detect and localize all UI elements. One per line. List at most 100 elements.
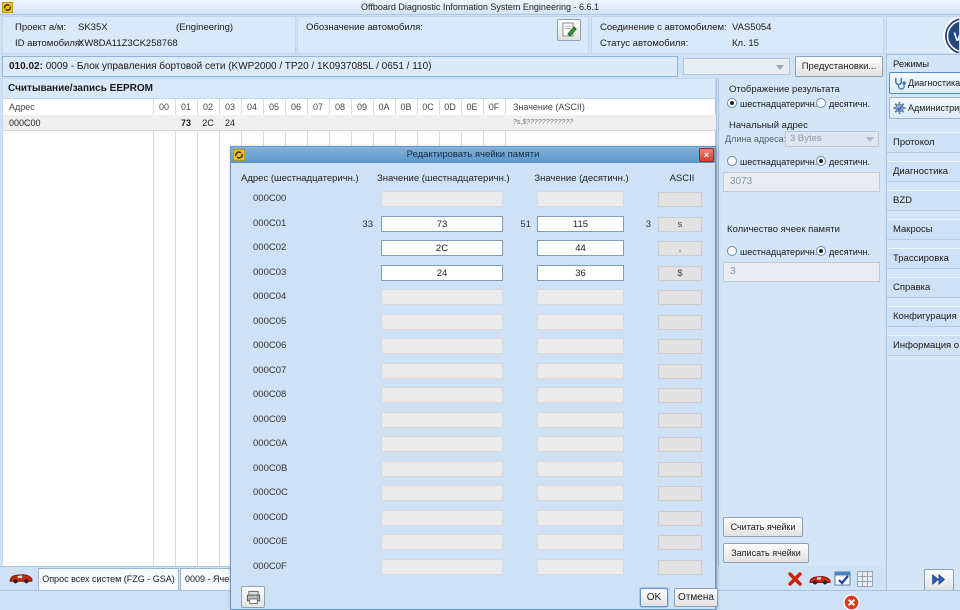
dec-note: 51 xyxy=(509,219,531,230)
display-hex-radio[interactable] xyxy=(727,98,737,108)
hex-input[interactable] xyxy=(381,216,503,232)
ok-button[interactable]: OK xyxy=(640,588,668,607)
mode-administration-label: Администрир xyxy=(908,103,960,113)
sidebar-section-configuration[interactable]: Конфигурация xyxy=(887,306,960,327)
print-button[interactable] xyxy=(241,586,265,608)
display-dec-radio[interactable] xyxy=(816,98,826,108)
col-header: 09 xyxy=(351,99,373,115)
dec-input xyxy=(537,559,624,575)
dialog-close-button[interactable]: × xyxy=(699,148,714,162)
cancel-button[interactable]: Отмена xyxy=(674,588,718,607)
dialog-check-icon[interactable] xyxy=(834,570,852,591)
memory-cell-row: 000C05 xyxy=(231,314,717,332)
read-cells-button[interactable]: Считать ячейки xyxy=(723,517,803,537)
memory-cell-row: 000C0E xyxy=(231,534,717,552)
vin-value: XW8DA11Z3CK258768 xyxy=(78,38,178,49)
memory-cell-row: 000C01 33 51 3 s xyxy=(231,216,717,234)
col-header: 03 xyxy=(219,99,241,115)
start-dec-radio[interactable] xyxy=(816,156,826,166)
cell-address: 000C01 xyxy=(253,218,286,229)
cell-address: 000C09 xyxy=(253,414,286,425)
mode-diagnostics-button[interactable]: Диагностика xyxy=(889,72,960,94)
memory-cell-row: 000C09 xyxy=(231,412,717,430)
connection-value: VAS5054 xyxy=(732,22,771,33)
sidebar-section-help[interactable]: Справка xyxy=(887,277,960,298)
abort-icon[interactable] xyxy=(786,570,804,591)
expand-panel-button[interactable] xyxy=(924,569,954,591)
designation-label: Обозначение автомобиля: xyxy=(306,22,423,33)
cell-03: 24 xyxy=(219,115,241,131)
count-dec-label: десятичн. xyxy=(829,247,870,257)
mode-administration-button[interactable]: Администрир xyxy=(889,97,960,119)
display-hex-label: шестнадцатеричн. xyxy=(740,99,817,109)
gear-icon xyxy=(893,101,906,115)
sidebar-section-trace[interactable]: Трассировка xyxy=(887,248,960,269)
col-header: 0F xyxy=(483,99,505,115)
hex-input xyxy=(381,485,503,501)
edit-memory-cells-dialog: Редактировать ячейки памяти × Адрес (шес… xyxy=(230,146,716,610)
memory-cell-row: 000C0F xyxy=(231,559,717,577)
sidebar-section-info[interactable]: Информация о xyxy=(887,335,960,356)
hex-input xyxy=(381,534,503,550)
cell-address: 000C04 xyxy=(253,291,286,302)
hex-input xyxy=(381,387,503,403)
sidebar-section-bzd[interactable]: BZD xyxy=(887,190,960,211)
vehicle-car-icon[interactable] xyxy=(808,573,832,589)
count-hex-radio[interactable] xyxy=(727,246,737,256)
connection-panel: Соединение с автомобилем: VAS5054 Статус… xyxy=(591,16,884,54)
dec-input[interactable] xyxy=(537,240,624,256)
presets-button[interactable]: Предустановки... xyxy=(795,56,883,77)
row-ascii-value: ?s,$???????????? xyxy=(513,115,573,131)
modes-sidebar: Режимы Диагностика Администрир Протокол … xyxy=(886,54,960,610)
count-dec-radio[interactable] xyxy=(816,246,826,256)
hex-input xyxy=(381,461,503,477)
ascii-box xyxy=(658,511,702,526)
printer-icon xyxy=(246,590,261,605)
col-header: 04 xyxy=(241,99,263,115)
memory-cell-row: 000C04 xyxy=(231,289,717,307)
edit-note-icon xyxy=(561,22,577,38)
ascii-box xyxy=(658,315,702,330)
ascii-box xyxy=(658,413,702,428)
start-hex-radio[interactable] xyxy=(727,156,737,166)
cell-address: 000C0B xyxy=(253,463,287,474)
cell-count-title: Количество ячеек памяти xyxy=(727,224,840,235)
app-icon xyxy=(2,2,13,13)
count-hex-label: шестнадцатеричн. xyxy=(740,247,817,257)
row-address: 000C00 xyxy=(9,115,41,131)
memory-cell-row: 000C07 xyxy=(231,363,717,381)
col-header: 0C xyxy=(417,99,439,115)
status-value: Кл. 15 xyxy=(732,38,759,49)
mode-diagnostics-label: Диагностика xyxy=(908,78,960,88)
cell-address: 000C0F xyxy=(253,561,287,572)
cell-address: 000C00 xyxy=(253,193,286,204)
cell-address: 000C0D xyxy=(253,512,288,523)
memory-cell-row: 000C02 , xyxy=(231,240,717,258)
tab-all-systems[interactable]: Опрос всех систем (FZG - GSA) xyxy=(38,568,179,591)
window-titlebar: Offboard Diagnostic Information System E… xyxy=(0,0,960,15)
hex-input[interactable] xyxy=(381,240,503,256)
memory-cell-row: 000C0C xyxy=(231,485,717,503)
write-cells-button[interactable]: Записать ячейки xyxy=(723,543,809,563)
dialog-title: Редактировать ячейки памяти xyxy=(231,147,715,163)
table-row[interactable] xyxy=(3,115,716,131)
edit-vehicle-button[interactable] xyxy=(557,19,581,41)
presets-combobox[interactable] xyxy=(683,58,790,75)
car-icon xyxy=(8,571,34,588)
dec-input[interactable] xyxy=(537,216,624,232)
dialog-col-ascii: ASCII xyxy=(665,173,699,184)
sidebar-section-diagnostics[interactable]: Диагностика xyxy=(887,161,960,182)
ascii-box xyxy=(658,535,702,550)
hex-input xyxy=(381,412,503,428)
grid-table-icon[interactable] xyxy=(856,570,874,591)
dec-input xyxy=(537,314,624,330)
hex-input[interactable] xyxy=(381,265,503,281)
dec-input xyxy=(537,510,624,526)
cell-address: 000C0C xyxy=(253,487,288,498)
sidebar-section-macros[interactable]: Макросы xyxy=(887,219,960,240)
sidebar-section-protocol[interactable]: Протокол xyxy=(887,132,960,153)
col-header: 02 xyxy=(197,99,219,115)
dec-input[interactable] xyxy=(537,265,624,281)
vin-label: ID автомобиля: xyxy=(15,38,83,49)
cancel-circle-icon[interactable] xyxy=(843,594,860,610)
